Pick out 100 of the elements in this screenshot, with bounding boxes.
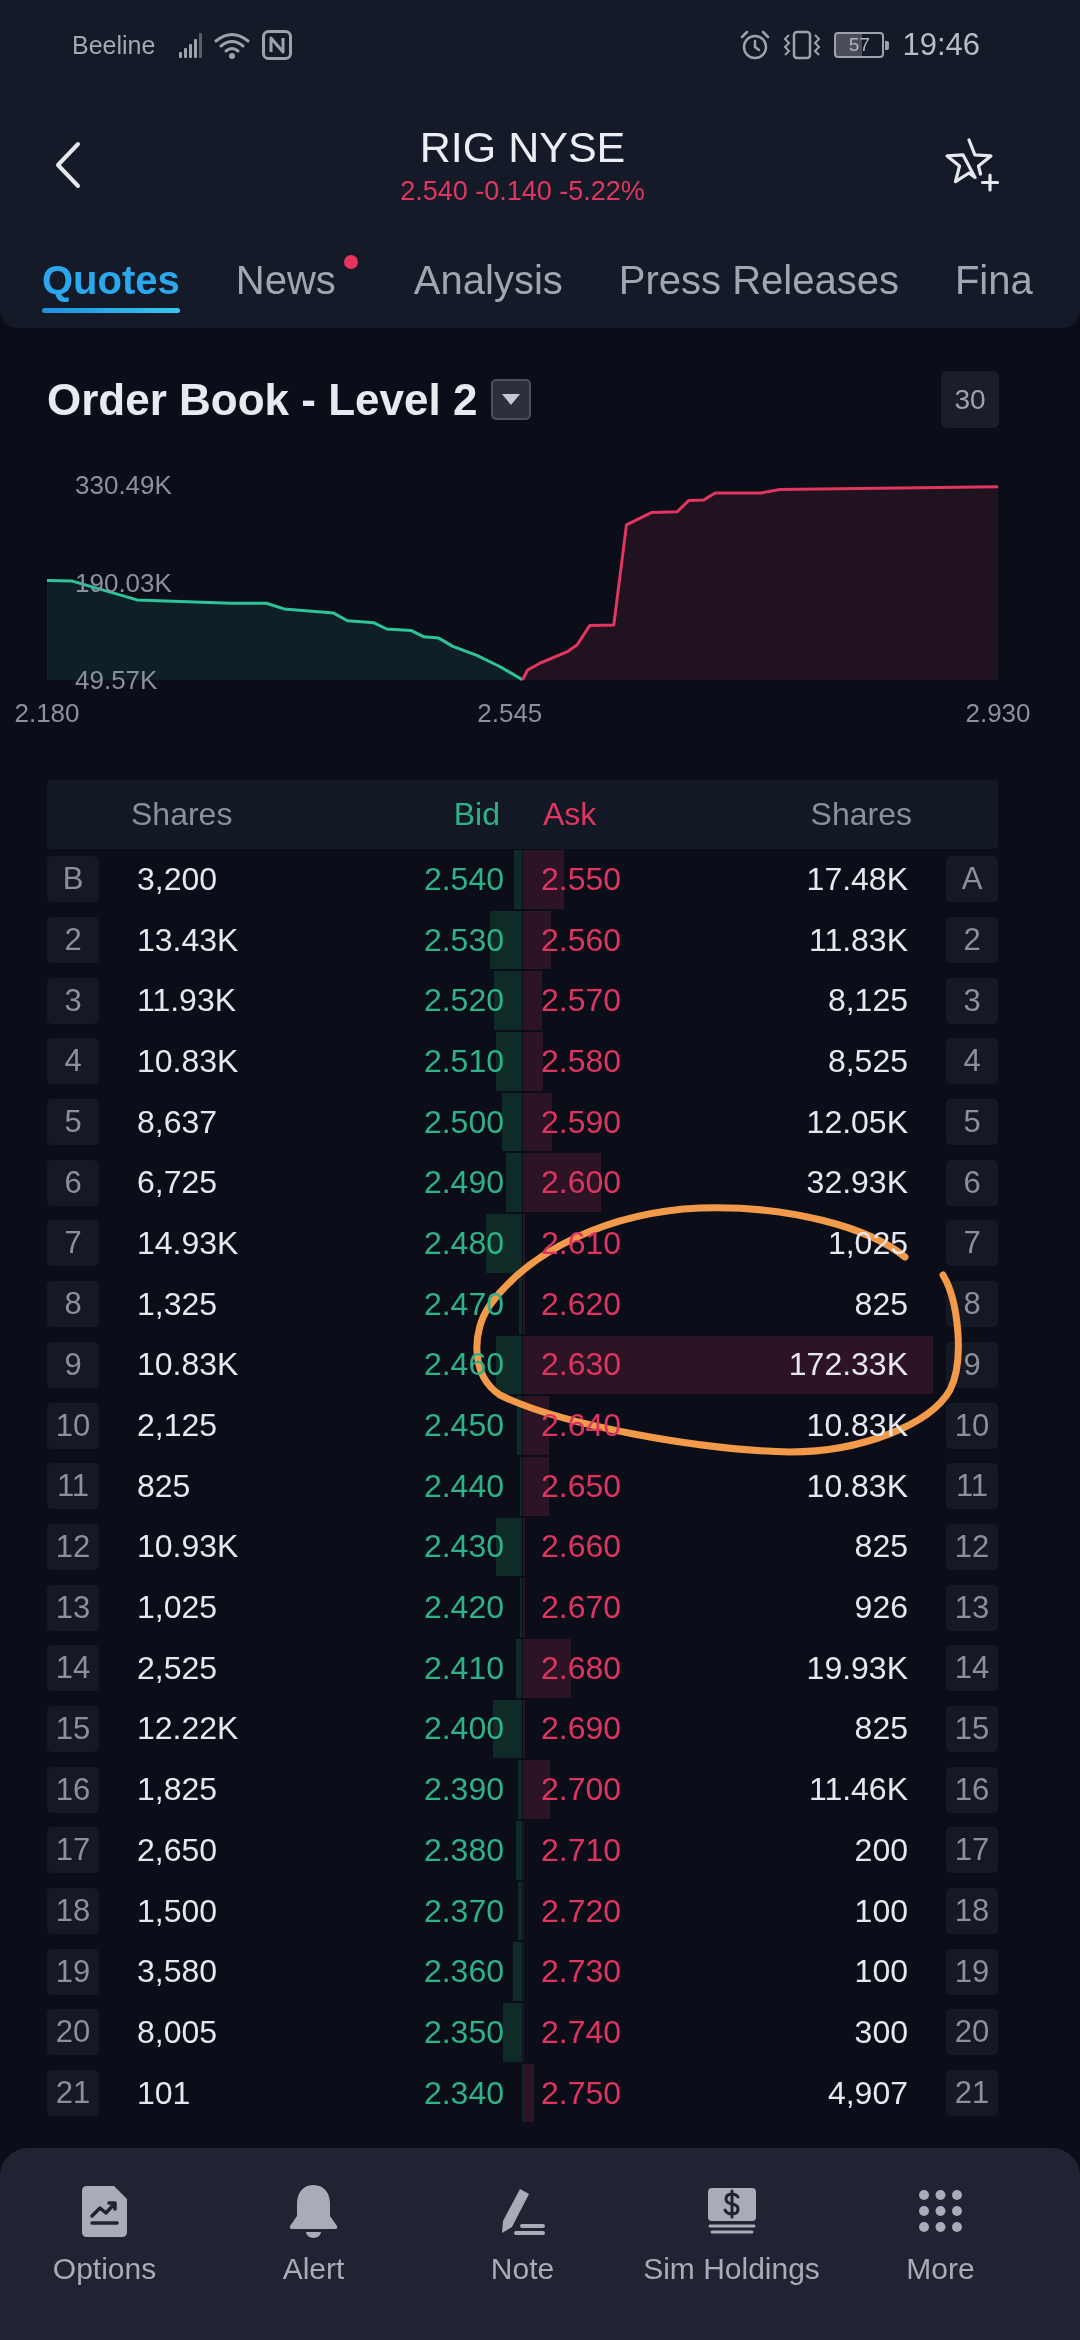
level-label: 2 (946, 917, 998, 964)
bid-price: 2.420 (423, 1589, 504, 1627)
bid-price: 2.530 (423, 921, 504, 959)
bid-shares: 8,005 (137, 2013, 218, 2051)
clock-time: 19:46 (902, 27, 980, 63)
level-label: 7 (946, 1220, 998, 1267)
level-label: 3 (47, 977, 99, 1024)
level-label: 16 (47, 1766, 99, 1813)
level-label: 17 (946, 1827, 998, 1874)
ask-price: 2.560 (541, 921, 622, 959)
nfc-icon (262, 30, 293, 60)
x-axis-label: 2.180 (14, 698, 80, 728)
level-dropdown-button[interactable] (491, 379, 532, 420)
column-header: Shares (131, 796, 233, 833)
bid-price: 2.540 (423, 860, 504, 898)
level-label: B (47, 856, 99, 903)
level-label: 3 (946, 977, 998, 1024)
back-button[interactable] (55, 141, 81, 189)
level-label: 15 (47, 1705, 99, 1752)
tab[interactable]: News (235, 240, 358, 328)
tab[interactable]: Analysis (413, 240, 563, 328)
bid-shares: 825 (137, 1467, 191, 1505)
tab[interactable]: Quotes (42, 240, 180, 328)
section-title: Order Book - Level 2 (47, 374, 478, 425)
level-label: 13 (946, 1584, 998, 1631)
ask-shares: 32.93K (806, 1164, 908, 1202)
bid-shares: 10.83K (137, 1346, 239, 1384)
pen-icon (500, 2187, 545, 2235)
level-label: 14 (47, 1645, 99, 1692)
level-label: 9 (47, 1341, 99, 1388)
bid-price: 2.390 (423, 1771, 504, 1809)
tab[interactable]: Fina (954, 240, 1033, 328)
level-label: 18 (47, 1888, 99, 1935)
bid-price: 2.380 (423, 1831, 504, 1869)
vibrate-icon (782, 30, 823, 60)
ask-price: 2.720 (541, 1892, 622, 1930)
bid-shares: 3,200 (137, 860, 218, 898)
nav-item[interactable]: More (836, 2148, 1045, 2340)
ask-shares: 10.83K (806, 1407, 908, 1445)
ask-shares: 926 (854, 1589, 908, 1627)
level-label: 14 (946, 1645, 998, 1692)
ask-shares: 825 (854, 1710, 908, 1748)
nav-item[interactable]: Options (0, 2148, 209, 2340)
ask-price: 2.750 (541, 2074, 622, 2112)
level-label: 21 (946, 2070, 998, 2117)
level-label: 11 (946, 1463, 998, 1510)
ask-price: 2.570 (541, 982, 622, 1020)
depth-button[interactable]: 30 (941, 371, 999, 428)
ask-shares: 100 (854, 1953, 908, 1991)
level-label: 12 (47, 1523, 99, 1570)
level-label: 20 (946, 2009, 998, 2056)
bid-shares: 3,580 (137, 1953, 218, 1991)
ask-price: 2.580 (541, 1042, 622, 1080)
nav-item[interactable]: Alert (209, 2148, 418, 2340)
ask-price: 2.700 (541, 1771, 622, 1809)
bid-shares: 2,525 (137, 1649, 218, 1687)
ask-price: 2.590 (541, 1103, 622, 1141)
column-header: Ask (543, 796, 597, 833)
bid-price: 2.350 (423, 2013, 504, 2051)
bid-shares: 1,025 (137, 1589, 218, 1627)
bid-price: 2.510 (423, 1042, 504, 1080)
bid-shares: 10.83K (137, 1042, 239, 1080)
bid-price: 2.520 (423, 982, 504, 1020)
x-axis-label: 2.545 (477, 698, 543, 728)
nav-item[interactable]: Sim Holdings (627, 2148, 836, 2340)
carrier-name: Beeline (72, 30, 156, 60)
caret-down-icon (502, 394, 521, 405)
wifi-icon (214, 31, 251, 59)
bid-shares: 11.93K (137, 982, 237, 1020)
add-to-watchlist-button[interactable] (944, 138, 1000, 192)
ask-shares: 172.33K (788, 1346, 908, 1384)
ask-price: 2.740 (541, 2013, 622, 2051)
level-label: 4 (47, 1038, 99, 1085)
bid-shares: 10.93K (137, 1528, 239, 1566)
bid-price: 2.490 (423, 1164, 504, 1202)
level-label: 21 (47, 2070, 99, 2117)
star-plus-icon (944, 138, 1000, 192)
level-label: 15 (946, 1705, 998, 1752)
bid-shares: 13.43K (137, 921, 239, 959)
y-axis-label: 49.57K (75, 665, 158, 695)
ask-shares: 17.48K (806, 860, 908, 898)
bid-shares: 6,725 (137, 1164, 218, 1202)
nav-item[interactable]: Note (418, 2148, 627, 2340)
bid-shares: 1,825 (137, 1771, 218, 1809)
ask-price: 2.620 (541, 1285, 622, 1323)
tab[interactable]: Press Releases (618, 240, 899, 328)
ask-shares: 11.46K (808, 1771, 908, 1809)
level-label: 5 (47, 1099, 99, 1146)
level-label: A (946, 856, 998, 903)
ask-shares: 300 (854, 2013, 908, 2051)
level-label: 8 (47, 1281, 99, 1328)
level-label: 6 (47, 1159, 99, 1206)
signal-icon (179, 32, 203, 58)
level-label: 11 (47, 1463, 99, 1510)
ask-price: 2.710 (541, 1831, 622, 1869)
bid-price: 2.480 (423, 1224, 504, 1262)
alarm-icon (740, 30, 771, 60)
level-label: 6 (946, 1159, 998, 1206)
bid-price: 2.400 (423, 1710, 504, 1748)
bid-price: 2.450 (423, 1407, 504, 1445)
